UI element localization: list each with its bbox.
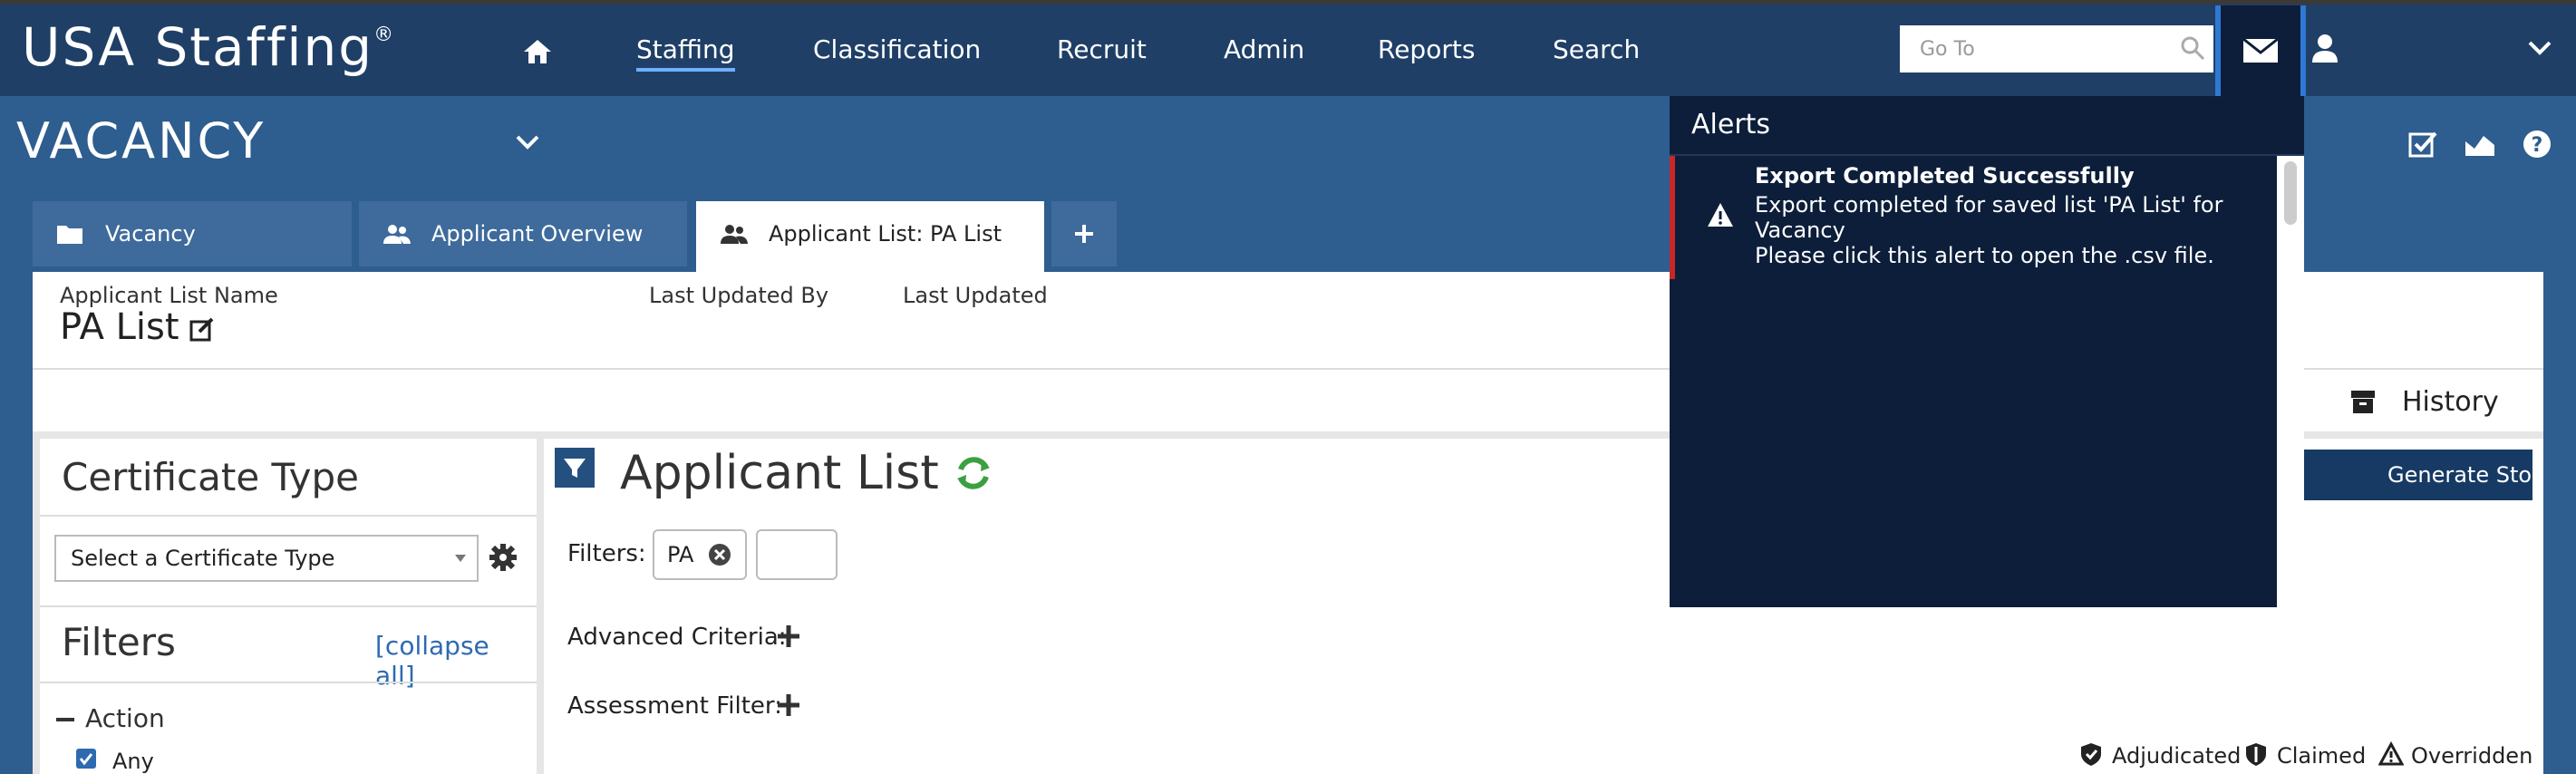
funnel-icon [564, 459, 586, 478]
any-checkbox[interactable] [76, 749, 96, 769]
legend-overridden: Overridden [2378, 741, 2533, 769]
advanced-criteria-label: Advanced Criteria: [567, 624, 787, 651]
left-filter-panel: Certificate Type Select a Certificate Ty… [40, 439, 537, 774]
filter-chip-label: PA [667, 542, 694, 567]
certificate-type-select[interactable]: Select a Certificate Type [54, 535, 479, 582]
legend-claimed: Claimed [2246, 743, 2367, 769]
refresh-icon[interactable] [952, 451, 995, 495]
filter-chip-pa[interactable]: PA [653, 529, 747, 580]
list-name-label: Applicant List Name [60, 283, 278, 308]
alerts-scrollbar-thumb[interactable] [2284, 161, 2297, 225]
alerts-mail-button[interactable] [2215, 5, 2306, 96]
alerts-scrollbar[interactable] [2277, 156, 2304, 607]
users-icon [721, 225, 748, 244]
checkmark-icon [79, 753, 93, 766]
search-icon[interactable] [2179, 34, 2206, 62]
legend-adjudicated-label: Adjudicated [2112, 743, 2242, 769]
tab-vacancy-label: Vacancy [105, 221, 196, 247]
certificate-type-title: Certificate Type [62, 455, 359, 499]
list-name-value: PA List [60, 306, 179, 348]
warning-icon [1708, 203, 1733, 227]
history-button[interactable]: History [2402, 386, 2499, 418]
home-icon[interactable] [522, 38, 553, 65]
nav-reports[interactable]: Reports [1378, 34, 1475, 64]
app-logo[interactable]: USA Staffing® [22, 16, 395, 78]
alerts-title: Alerts [1691, 109, 1771, 140]
edit-icon[interactable] [189, 315, 216, 343]
nav-staffing[interactable]: Staffing [636, 34, 735, 72]
vacancy-chevron-down-icon[interactable] [515, 134, 540, 150]
warning-outline-icon [2378, 741, 2404, 766]
alert-message-line: Export completed for saved list 'PA List… [1755, 192, 2223, 218]
archive-icon[interactable] [2349, 388, 2377, 415]
tab-applicant-list[interactable]: Applicant List: PA List [696, 201, 1044, 274]
mail-icon [2242, 38, 2279, 63]
logo-text: USA Staffing [22, 16, 374, 78]
filters-label: Filters: [567, 540, 646, 567]
legend-claimed-label: Claimed [2277, 743, 2367, 769]
shield-icon [2246, 743, 2266, 766]
legend-adjudicated: Adjudicated [2081, 743, 2242, 769]
nav-classification[interactable]: Classification [813, 34, 981, 64]
tab-applicant-list-label: Applicant List: PA List [769, 221, 1002, 247]
svg-text:?: ? [2532, 134, 2543, 157]
filter-add-input[interactable] [756, 529, 838, 580]
action-filter-label: Action [85, 703, 165, 733]
assessment-filter-label: Assessment Filter: [567, 692, 782, 720]
filters-title: Filters [62, 620, 176, 664]
remove-chip-icon[interactable] [707, 542, 732, 567]
add-advanced-criteria-icon[interactable] [776, 624, 801, 649]
certificate-type-select-value: Select a Certificate Type [71, 546, 335, 571]
panel-divider [40, 515, 537, 517]
help-icon[interactable]: ? [2522, 129, 2552, 160]
shield-check-icon [2081, 743, 2101, 766]
nav-admin[interactable]: Admin [1224, 34, 1304, 64]
vacancy-title: VACANCY [16, 112, 266, 169]
nav-search[interactable]: Search [1553, 34, 1640, 64]
users-icon [383, 225, 411, 244]
plus-icon [1075, 225, 1093, 243]
alert-message-line: Vacancy [1755, 218, 1845, 243]
alerts-panel: Alerts Export Completed Successfully Exp… [1670, 96, 2304, 607]
last-updated-label: Last Updated [903, 283, 1048, 308]
checklist-icon[interactable] [2407, 129, 2438, 160]
alert-message-line: Please click this alert to open the .csv… [1755, 243, 2214, 268]
goto-input[interactable] [1900, 25, 2213, 73]
logo-registered-mark: ® [373, 24, 396, 46]
last-updated-by-label: Last Updated By [649, 283, 829, 308]
select-arrow-icon [455, 555, 466, 562]
folder-icon [57, 226, 82, 244]
add-tab-button[interactable] [1051, 201, 1117, 266]
tab-applicant-overview[interactable]: Applicant Overview [359, 201, 687, 266]
generate-stored-list-button[interactable]: Generate Stored list [2293, 450, 2532, 500]
user-icon[interactable] [2310, 33, 2340, 63]
chart-icon[interactable] [2464, 129, 2496, 160]
any-checkbox-label: Any [112, 749, 154, 774]
gear-icon[interactable] [488, 542, 518, 573]
panel-divider [40, 682, 537, 683]
alert-message: Export completed for saved list 'PA List… [1755, 192, 2262, 268]
panel-divider [40, 605, 537, 607]
add-assessment-filter-icon[interactable] [776, 692, 801, 718]
tab-applicant-overview-label: Applicant Overview [431, 221, 644, 247]
legend-overridden-label: Overridden [2411, 743, 2533, 769]
applicant-list-title: Applicant List [620, 446, 939, 500]
nav-recruit[interactable]: Recruit [1057, 34, 1147, 64]
top-nav-bar: USA Staffing® Staffing Classification Re… [0, 0, 2576, 96]
window-top-edge [0, 0, 2576, 5]
tab-vacancy[interactable]: Vacancy [33, 201, 352, 266]
alert-title: Export Completed Successfully [1755, 163, 2135, 189]
user-menu-chevron-down-icon[interactable] [2527, 40, 2552, 56]
filter-toggle-button[interactable] [555, 448, 595, 488]
collapse-action-icon[interactable] [56, 718, 74, 721]
alert-item[interactable]: Export Completed Successfully Export com… [1670, 156, 2281, 279]
